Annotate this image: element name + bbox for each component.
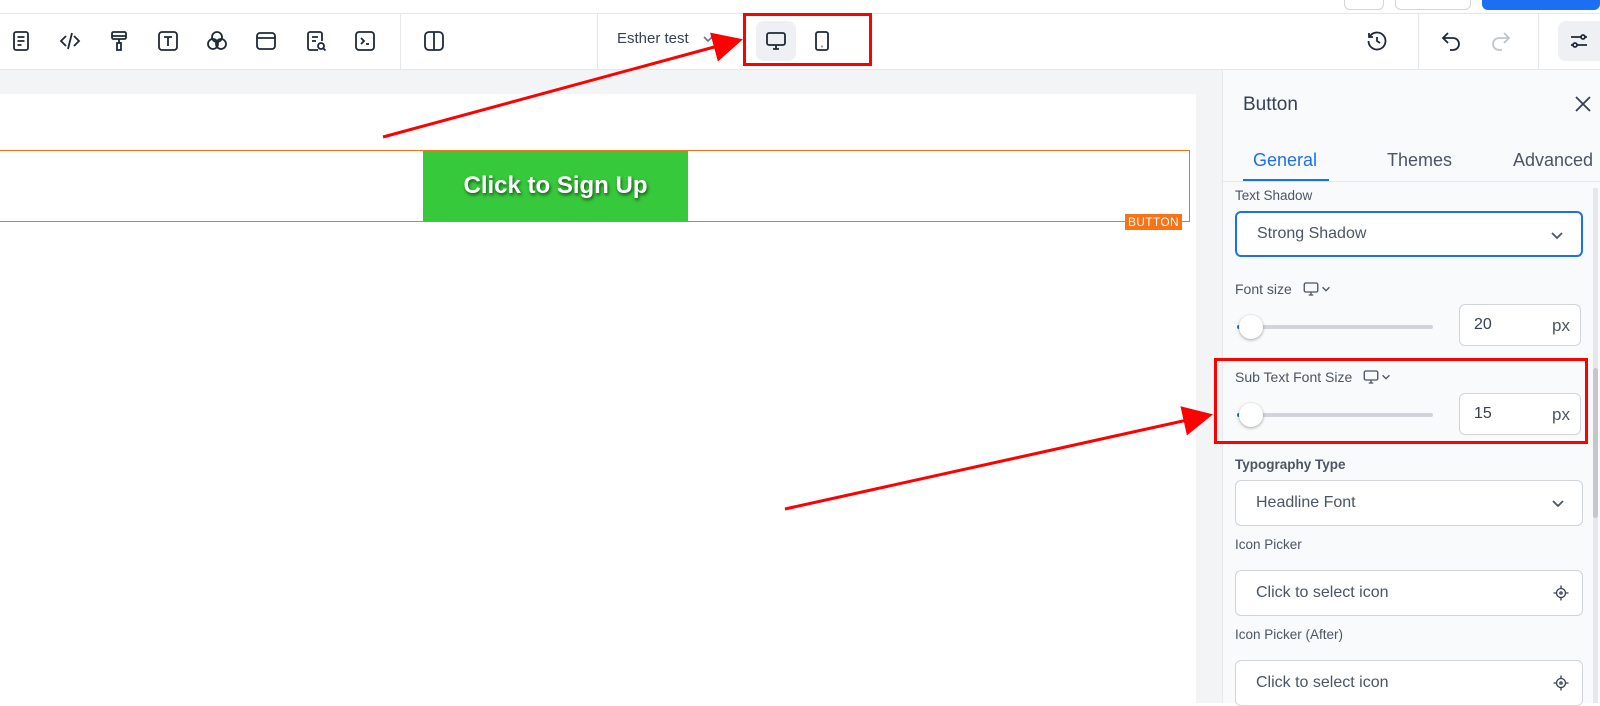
typography-type-label: Typography Type xyxy=(1235,457,1346,472)
text-shadow-label: Text Shadow xyxy=(1235,188,1313,203)
tab-general[interactable]: General xyxy=(1253,150,1317,171)
document-search-icon[interactable] xyxy=(301,26,331,56)
icon-picker-placeholder: Click to select icon xyxy=(1256,584,1389,601)
cta-signup-button[interactable]: Click to Sign Up xyxy=(423,151,688,221)
redo-icon[interactable] xyxy=(1486,26,1516,56)
close-icon[interactable] xyxy=(1571,92,1595,116)
top-chip[interactable] xyxy=(1344,0,1384,10)
text-icon[interactable] xyxy=(153,26,183,56)
split-view-icon[interactable] xyxy=(419,26,449,56)
crosshair-icon[interactable] xyxy=(1552,584,1570,602)
page-icon[interactable] xyxy=(6,26,36,56)
top-toolbar: Esther test xyxy=(0,0,1600,70)
typography-type-value: Headline Font xyxy=(1256,494,1356,511)
font-size-input[interactable]: 20 px xyxy=(1459,304,1581,346)
annotation-box-sub-text xyxy=(1214,358,1588,444)
panel-title: Button xyxy=(1243,94,1298,115)
icon-picker-after-placeholder: Click to select icon xyxy=(1256,674,1389,691)
font-size-value: 20 xyxy=(1474,316,1492,333)
panel-tabs: General Themes Advanced xyxy=(1223,138,1600,182)
font-size-slider[interactable] xyxy=(1237,315,1433,339)
font-size-unit: px xyxy=(1552,316,1570,335)
font-size-label-row: Font size xyxy=(1235,280,1332,298)
chevron-down-icon xyxy=(701,32,715,46)
terminal-icon[interactable] xyxy=(350,26,380,56)
icon-picker-field[interactable]: Click to select icon xyxy=(1235,570,1583,616)
toolbar-divider xyxy=(597,14,598,70)
panel-scrollbar[interactable] xyxy=(1593,188,1598,703)
top-chip[interactable] xyxy=(1395,0,1471,10)
tab-advanced[interactable]: Advanced xyxy=(1513,150,1593,171)
toolbar-divider xyxy=(400,14,401,70)
history-icon[interactable] xyxy=(1362,26,1392,56)
selection-tag: BUTTON xyxy=(1125,214,1182,230)
code-icon[interactable] xyxy=(55,26,85,56)
icon-picker-after-field[interactable]: Click to select icon xyxy=(1235,660,1583,706)
text-shadow-value: Strong Shadow xyxy=(1257,225,1367,242)
icon-picker-label: Icon Picker xyxy=(1235,537,1302,552)
properties-panel: Button General Themes Advanced Text Shad… xyxy=(1214,70,1600,706)
layout-icon[interactable] xyxy=(251,26,281,56)
toolbar-divider xyxy=(1418,14,1419,70)
icon-picker-after-label: Icon Picker (After) xyxy=(1235,627,1344,642)
chevron-down-icon xyxy=(1550,495,1566,511)
undo-icon[interactable] xyxy=(1436,26,1466,56)
font-size-label: Font size xyxy=(1235,281,1292,297)
color-circles-icon[interactable] xyxy=(202,26,232,56)
toolbar-divider xyxy=(1538,14,1539,70)
slider-handle[interactable] xyxy=(1239,315,1263,339)
desktop-icon[interactable] xyxy=(1302,280,1332,298)
publish-button[interactable] xyxy=(1482,0,1600,10)
text-shadow-select[interactable]: Strong Shadow xyxy=(1235,211,1583,257)
top-strip xyxy=(0,0,1600,14)
annotation-box-devices xyxy=(743,13,872,66)
settings-sliders-icon[interactable] xyxy=(1558,21,1600,61)
scrollbar-thumb[interactable] xyxy=(1593,368,1598,518)
tab-themes[interactable]: Themes xyxy=(1387,150,1452,171)
page-selector[interactable]: Esther test xyxy=(617,30,715,47)
crosshair-icon[interactable] xyxy=(1552,674,1570,692)
page-name: Esther test xyxy=(617,30,689,47)
chevron-down-icon xyxy=(1549,227,1565,243)
paint-roller-icon[interactable] xyxy=(104,26,134,56)
active-tab-indicator xyxy=(1243,179,1329,181)
typography-type-select[interactable]: Headline Font xyxy=(1235,480,1583,526)
